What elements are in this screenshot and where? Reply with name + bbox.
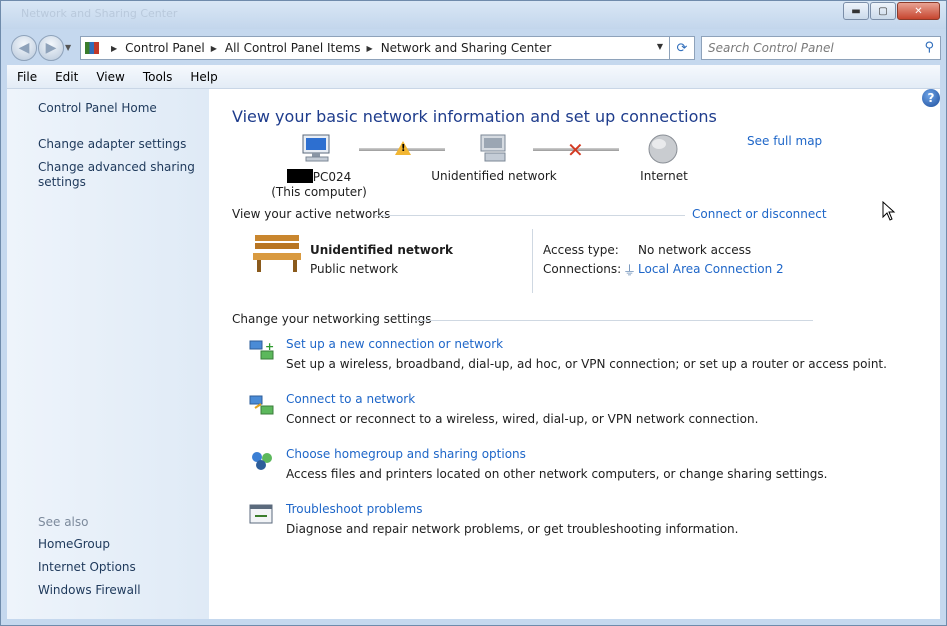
breadcrumb-control-panel[interactable]: Control Panel [125,41,205,55]
minimize-button[interactable]: ▬ [843,2,869,20]
sidebar-link-internet-options[interactable]: Internet Options [38,560,198,575]
client-area: Control Panel Home Change adapter settin… [7,89,940,619]
access-type-value: No network access [638,243,752,257]
access-type-label: Access type: [543,243,619,257]
new-connection-icon: + [249,340,274,360]
internet-globe-icon[interactable] [647,133,681,165]
menu-view[interactable]: View [86,70,132,84]
maximize-button[interactable]: ▢ [870,2,896,20]
internet-node-label[interactable]: Internet [629,169,699,184]
see-also-heading: See also [38,515,89,529]
active-network-divider [532,229,533,293]
svg-text:+: + [265,340,274,353]
main-content: ? View your basic network information an… [209,89,940,619]
breadcrumb-separator-icon[interactable]: ▶ [367,44,373,53]
breadcrumb-all-items[interactable]: All Control Panel Items [225,41,361,55]
menu-bar: File Edit View Tools Help [7,65,940,89]
mouse-cursor-icon [882,201,896,221]
active-networks-heading: View your active networks [232,207,391,221]
menu-file[interactable]: File [7,70,45,84]
window-controls: ▬ ▢ ✕ [842,2,940,20]
ethernet-plug-icon: ⏚ [623,264,637,279]
recent-pages-dropdown-icon[interactable]: ▼ [65,43,71,52]
menu-help[interactable]: Help [180,70,225,84]
address-bar[interactable]: ▶ Control Panel ▶ All Control Panel Item… [80,36,670,60]
networking-settings-divider [415,320,813,321]
window: Network and Sharing Center ▬ ▢ ✕ ◀ ▶ ▼ ▶… [0,0,947,626]
disconnected-x-icon[interactable]: ✕ [567,140,584,160]
address-dropdown-icon[interactable]: ▼ [657,42,663,51]
back-button[interactable]: ◀ [11,35,37,61]
active-networks-divider [375,215,685,216]
homegroup-icon [252,452,272,470]
help-icon: ? [927,91,935,105]
local-area-connection-link[interactable]: Local Area Connection 2 [638,262,784,276]
see-full-map-link[interactable]: See full map [747,134,822,148]
active-network-type[interactable]: Public network [310,262,398,276]
redacted-block [286,169,313,183]
connect-to-network-link[interactable]: Connect to a network [286,392,415,406]
menu-tools[interactable]: Tools [133,70,181,84]
breadcrumb-separator-icon[interactable]: ▶ [211,44,217,53]
refresh-icon: ⟳ [676,40,688,56]
troubleshoot-icon [249,504,273,524]
task-description: Connect or reconnect to a wireless, wire… [286,412,759,426]
search-input[interactable] [702,37,912,59]
public-network-bench-icon[interactable] [249,231,303,275]
refresh-button[interactable]: ⟳ [669,36,695,60]
networking-settings-heading: Change your networking settings [232,312,432,326]
connect-network-icon [249,395,274,415]
sidebar: Control Panel Home Change adapter settin… [7,89,209,619]
connections-label: Connections: [543,262,622,276]
breadcrumb-separator-icon[interactable]: ▶ [111,44,117,53]
window-title: Network and Sharing Center [21,7,178,20]
setup-connection-link[interactable]: Set up a new connection or network [286,337,503,351]
address-row: ◀ ▶ ▼ ▶ Control Panel ▶ All Control Pane… [1,29,946,65]
task-description: Diagnose and repair network problems, or… [286,522,739,536]
control-panel-icon [85,42,99,54]
task-description: Set up a wireless, broadband, dial-up, a… [286,357,887,371]
menu-edit[interactable]: Edit [45,70,86,84]
sidebar-link-homegroup[interactable]: HomeGroup [38,537,198,552]
computer-icon[interactable] [299,133,335,165]
title-bar[interactable]: Network and Sharing Center ▬ ▢ ✕ [1,1,946,29]
unidentified-network-icon[interactable] [477,133,513,165]
sidebar-link-adapter-settings[interactable]: Change adapter settings [38,137,198,152]
computer-name-row: PC024 [271,169,367,185]
computer-name: PC024 [312,170,352,184]
network-node-label[interactable]: Unidentified network [429,169,559,184]
search-icon[interactable]: ⚲ [924,40,934,55]
task-description: Access files and printers located on oth… [286,467,828,481]
sidebar-link-advanced-sharing[interactable]: Change advanced sharing settings [38,160,198,190]
search-box[interactable]: ⚲ [701,36,941,60]
back-arrow-icon: ◀ [18,40,30,56]
sidebar-link-control-panel-home[interactable]: Control Panel Home [38,101,198,116]
connect-or-disconnect-link[interactable]: Connect or disconnect [692,207,827,221]
page-title: View your basic network information and … [232,107,717,126]
homegroup-sharing-link[interactable]: Choose homegroup and sharing options [286,447,526,461]
sidebar-link-windows-firewall[interactable]: Windows Firewall [38,583,198,598]
close-button[interactable]: ✕ [897,2,940,20]
active-network-name: Unidentified network [310,243,453,257]
breadcrumb-network-center[interactable]: Network and Sharing Center [381,41,552,55]
help-button[interactable]: ? [922,89,940,107]
forward-arrow-icon: ▶ [45,40,57,56]
computer-subtitle: (This computer) [271,185,367,199]
forward-button[interactable]: ▶ [38,35,64,61]
warning-icon[interactable] [395,141,411,155]
computer-node[interactable]: PC024 (This computer) [271,169,367,200]
troubleshoot-problems-link[interactable]: Troubleshoot problems [286,502,422,516]
